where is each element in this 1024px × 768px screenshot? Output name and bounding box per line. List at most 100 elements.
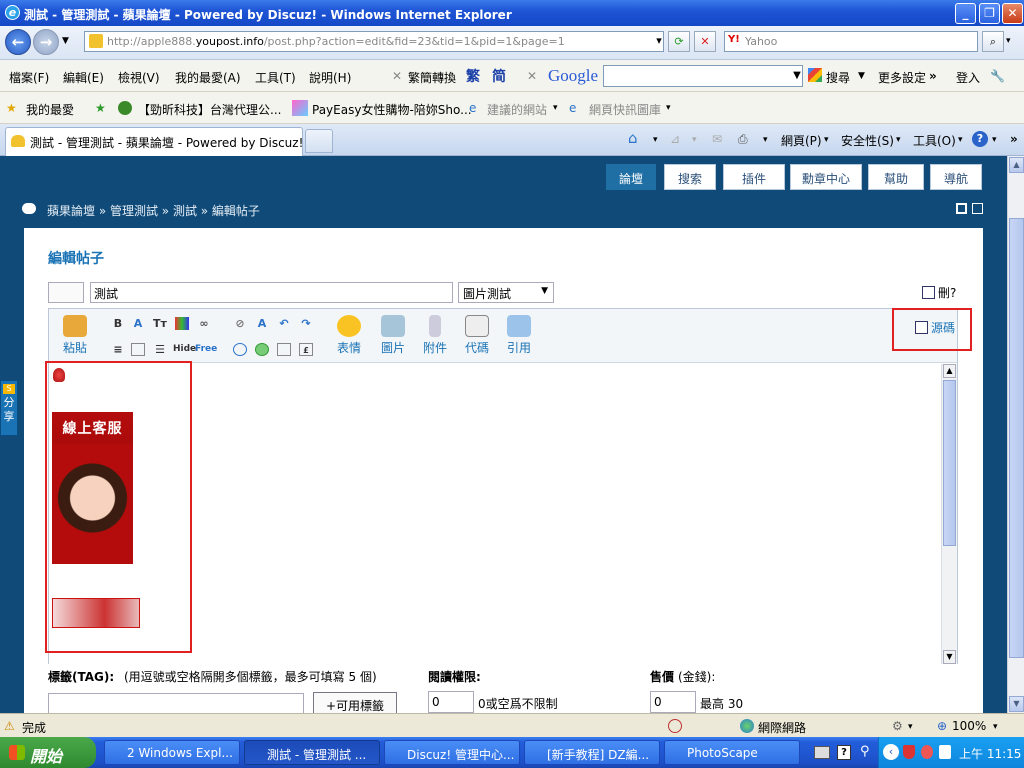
undo-icon[interactable]: ↶ (277, 317, 291, 330)
menu-help[interactable]: 說明(H) (309, 69, 351, 86)
google-search-input[interactable] (603, 65, 803, 87)
print-dropdown-icon[interactable]: ▾ (763, 135, 768, 145)
attach-button[interactable]: 附件 (423, 315, 447, 356)
history-dropdown-icon[interactable]: ▼ (62, 36, 69, 46)
home-icon[interactable]: ⌂ (628, 129, 638, 147)
fav-item-1[interactable]: 【勁昕科技】台灣代理公... (138, 101, 281, 118)
post-icon-select[interactable] (48, 282, 84, 303)
tray-expand-icon[interactable]: ‹ (883, 744, 899, 760)
nav-plugins[interactable]: 插件 (723, 164, 785, 190)
scroll-up-icon[interactable]: ▲ (1009, 157, 1024, 173)
page-dropdown-icon[interactable]: ▾ (824, 135, 829, 145)
paste-button[interactable]: 粘貼 (63, 315, 87, 356)
nav-guide[interactable]: 導航 (930, 164, 982, 190)
nav-forum[interactable]: 論壇 (606, 164, 656, 190)
forward-button[interactable]: → (33, 29, 59, 55)
sign-in-link[interactable]: 登入 (956, 69, 980, 86)
nav-help[interactable]: 幫助 (868, 164, 924, 190)
read-permission-input[interactable]: 0 (428, 691, 474, 713)
safety-menu[interactable]: 安全性(S) (841, 132, 894, 149)
fav-item-2[interactable]: PayEasy女性購物-陪妳Sho... (312, 101, 472, 118)
url-input[interactable]: http://apple888.youpost.info/post.php?ac… (84, 31, 664, 52)
fav-item-3[interactable]: 建議的網站 (487, 101, 547, 118)
protected-dropdown-icon[interactable]: ▾ (908, 722, 913, 732)
thread-type-select[interactable]: 圖片測試 ▼ (458, 282, 554, 303)
share-tab[interactable]: S 分享 (0, 380, 18, 436)
help-icon[interactable]: ? (972, 131, 988, 147)
page-menu[interactable]: 網頁(P) (781, 132, 822, 149)
clock[interactable]: 上午 11:15 (959, 745, 1021, 762)
editor-scroll-up-icon[interactable]: ▲ (943, 364, 956, 378)
security-center-icon[interactable] (939, 745, 951, 759)
menu-file[interactable]: 檔案(F) (9, 69, 49, 86)
taskbar-item-photoscape[interactable]: PhotoScape (664, 740, 800, 765)
bold-icon[interactable]: B (111, 317, 125, 330)
tools-dropdown-icon[interactable]: ▾ (958, 135, 963, 145)
start-button[interactable]: 開始 (0, 737, 96, 768)
font-size-icon[interactable]: Tт (153, 317, 167, 330)
scroll-down-icon[interactable]: ▼ (1009, 696, 1024, 712)
price-input[interactable]: 0 (650, 691, 696, 713)
toolbar-overflow-icon[interactable]: » (1010, 132, 1018, 146)
free-button[interactable]: Free (195, 343, 217, 356)
google-dropdown-icon[interactable]: ▼ (786, 66, 808, 87)
add-favorite-icon[interactable]: ★ (95, 101, 106, 115)
popup-blocked-icon[interactable] (668, 719, 682, 733)
tag-input[interactable] (48, 693, 304, 713)
close-google-icon[interactable]: ✕ (527, 69, 537, 83)
narrow-layout-icon[interactable] (972, 203, 983, 214)
page-scrollbar[interactable]: ▲ ▼ (1007, 156, 1024, 713)
help-tray-icon[interactable]: ? (837, 745, 851, 760)
search-input[interactable]: Y! Yahoo (724, 31, 978, 52)
menu-tools[interactable]: 工具(T) (255, 69, 296, 86)
unlink-icon[interactable]: ⊘ (233, 317, 247, 330)
menu-favorites[interactable]: 我的最愛(A) (175, 69, 241, 86)
back-button[interactable]: ← (5, 29, 31, 55)
close-button[interactable]: ✕ (1002, 3, 1023, 24)
zoom-icon[interactable]: ⊕ (937, 719, 947, 733)
wrench-icon[interactable]: 🔧 (990, 69, 1005, 83)
taskbar-item-explorer[interactable]: 2 Windows Expl... (104, 740, 240, 765)
fav-item-4-dropdown-icon[interactable]: ▾ (666, 103, 671, 113)
keyboard-icon[interactable] (814, 746, 830, 759)
page-break-icon[interactable] (277, 343, 291, 356)
wide-layout-icon[interactable] (956, 203, 967, 214)
editor-scroll-thumb[interactable] (943, 380, 956, 546)
url-dropdown-icon[interactable]: ▾ (648, 31, 670, 52)
format-icon[interactable]: £ (299, 343, 313, 356)
fav-item-4[interactable]: 網頁快訊圖庫 (589, 101, 661, 118)
more-chevron-icon[interactable]: » (929, 69, 937, 83)
taskbar-item-ie-active[interactable]: 測試 - 管理測試 ... (244, 740, 380, 765)
hide-button[interactable]: Hide (173, 343, 196, 356)
quote-button[interactable]: 引用 (507, 315, 531, 356)
clear-format-icon[interactable]: A (255, 317, 269, 330)
search-options-icon[interactable]: ▾ (1006, 36, 1011, 46)
ime-icon[interactable]: ⚲ (860, 744, 870, 759)
rss-dropdown-icon[interactable]: ▾ (692, 135, 697, 145)
print-icon[interactable]: ⎙ (738, 132, 748, 147)
menu-view[interactable]: 檢視(V) (118, 69, 160, 86)
stop-icon[interactable]: ✕ (694, 31, 716, 52)
media-icon[interactable] (233, 343, 247, 356)
nav-search[interactable]: 搜索 (664, 164, 716, 190)
protected-mode-icon[interactable]: ⚙ (892, 719, 903, 733)
code-button[interactable]: 代碼 (465, 315, 489, 356)
refresh-icon[interactable]: ⟳ (668, 31, 690, 52)
mail-icon[interactable]: ✉ (712, 132, 722, 146)
link-icon[interactable]: ∞ (197, 317, 211, 330)
delete-checkbox[interactable] (922, 286, 935, 299)
close-toolbar-icon[interactable]: ✕ (392, 69, 402, 83)
minimize-button[interactable]: _ (955, 3, 976, 24)
taskbar-item-tutorial[interactable]: [新手教程] DZ編... (524, 740, 660, 765)
list-icon[interactable]: ☰ (153, 343, 167, 356)
table-icon[interactable] (131, 343, 145, 356)
zoom-dropdown-icon[interactable]: ▾ (993, 722, 998, 732)
subject-input[interactable]: 測試 (90, 282, 453, 303)
search-icon[interactable]: ⌕ (982, 31, 1004, 52)
safety-dropdown-icon[interactable]: ▾ (896, 135, 901, 145)
help-dropdown-icon[interactable]: ▾ (992, 135, 997, 145)
redo-icon[interactable]: ↷ (299, 317, 313, 330)
align-icon[interactable]: ≡ (111, 343, 125, 356)
taskbar-item-discuz[interactable]: Discuz! 管理中心... (384, 740, 520, 765)
flash-icon[interactable] (255, 343, 269, 356)
